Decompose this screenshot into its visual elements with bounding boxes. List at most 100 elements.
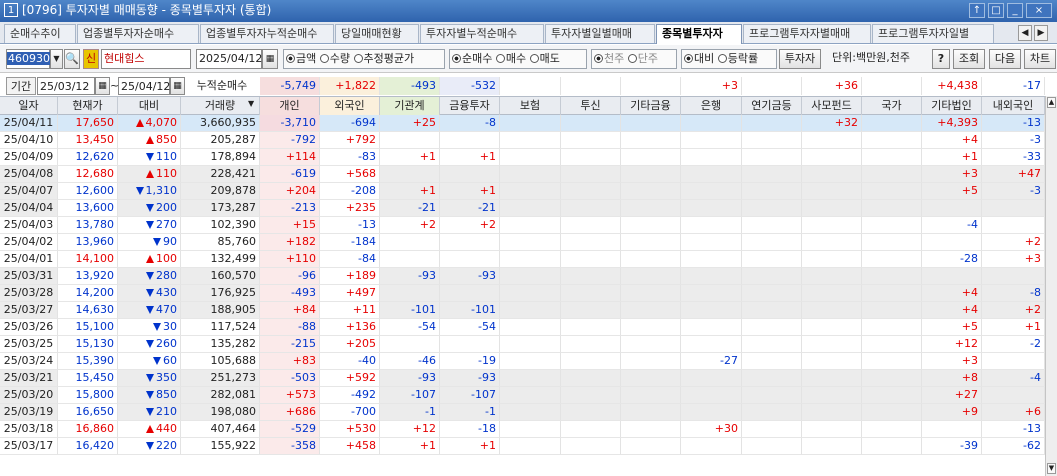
tab-sector-investor-net-buy[interactable]: 업종별투자자순매수 [77,24,199,43]
radio-sell[interactable]: 매도 [529,52,560,65]
radio-net-buy[interactable]: 순매수 [452,52,492,65]
period-from-calendar-icon[interactable]: ▦ [95,77,110,95]
tab-net-buy-trend[interactable]: 순매수추이 [4,24,76,43]
column-header-bank[interactable]: 은행 [681,97,742,115]
table-row[interactable]: 25/03/21 15,450 350 251,273 -503 +592 -93 -93 +8… [0,370,1045,387]
chart-button[interactable]: 차트 [1024,49,1056,69]
column-header-price[interactable]: 현재가 [58,97,118,115]
tab-program-investor-trading[interactable]: 프로그램투자자별매매 [743,24,871,43]
table-row[interactable]: 25/03/18 16,860 440 407,464 -529 +530 +12 -18 +3… [0,421,1045,438]
cell-institution: +25 [380,115,440,132]
column-header-nation[interactable]: 국가 [862,97,922,115]
period-to-calendar-icon[interactable]: ▦ [170,77,185,95]
table-row[interactable]: 25/04/10 13,450 850 205,287 -792 +792 +4 -3 [0,132,1045,149]
period-from-input[interactable]: 25/03/12 [37,77,95,95]
tab-investor-cumulative-net-buy[interactable]: 투자자별누적순매수 [420,24,544,43]
table-row[interactable]: 25/04/11 17,650 4,070 3,660,935 -3,710 -694 +2… [0,115,1045,132]
table-row[interactable]: 25/03/17 16,420 220 155,922 -358 +458 +1 +1 -39-… [0,438,1045,455]
cell-date: 25/03/31 [0,268,58,285]
table-row[interactable]: 25/04/04 13,600 200 173,287 -213 +235 -21 -21 [0,200,1045,217]
pin-button[interactable]: ↑ [969,3,985,18]
cell-bank [681,302,742,319]
stock-search-icon[interactable]: 🔍 [64,49,80,69]
period-to-input[interactable]: 25/04/12 [118,77,170,95]
maximize-button[interactable]: □ [988,3,1004,18]
cell-private-fund [802,217,862,234]
table-row[interactable]: 25/03/31 13,920 280 160,570 -96 +189 -93 -93 [0,268,1045,285]
column-header-other-corp[interactable]: 기타법인 [922,97,982,115]
date-input[interactable]: 2025/04/12 [196,49,262,69]
cell-price: 12,620 [58,149,118,166]
column-header-financial-investment[interactable]: 금융투자 [440,97,500,115]
radio-amount[interactable]: 금액 [286,52,316,65]
radio-single-shares[interactable]: 단주 [627,52,658,65]
cell-date: 25/04/10 [0,132,58,149]
tab-daily-trading-status[interactable]: 당일매매현황 [335,24,419,43]
cell-other-corp: -28 [922,251,982,268]
column-header-insurance[interactable]: 보험 [500,97,561,115]
scroll-down-icon[interactable]: ▼ [1047,463,1056,474]
search-button[interactable]: 조회 [953,49,985,69]
radio-thousand-shares[interactable]: 천주 [594,52,624,65]
column-header-other-finance[interactable]: 기타금융 [621,97,681,115]
next-button[interactable]: 다음 [989,49,1021,69]
cell-pension [742,353,802,370]
cumulative-individual: -5,749 [260,77,320,95]
stock-code-dropdown-icon[interactable]: ▼ [50,49,63,69]
table-row[interactable]: 25/03/20 15,800 850 282,081 +573 -492 -107 -107… [0,387,1045,404]
table-row[interactable]: 25/03/28 14,200 430 176,925 -493 +497 +4 -8 [0,285,1045,302]
column-header-domestic-foreign[interactable]: 내외국인 [982,97,1045,115]
column-header-private-fund[interactable]: 사모펀드 [802,97,862,115]
column-header-change[interactable]: 대비 [118,97,181,115]
credit-badge: 신 [83,49,99,69]
table-row[interactable]: 25/04/03 13,780 270 102,390 +15 -13 +2 +2 -4 [0,217,1045,234]
help-button[interactable]: ? [932,49,950,69]
tab-scroll-right-icon[interactable]: ▶ [1034,25,1048,41]
table-row[interactable]: 25/03/26 15,100 30 117,524 -88 +136 -54 -54 +5 +1 [0,319,1045,336]
investor-button[interactable]: 투자자 [779,49,821,69]
cumulative-other-finance [621,77,681,95]
radio-estimated-average-price[interactable]: 추정평균가 [353,52,414,65]
stock-code-input[interactable]: 460930 [6,49,51,69]
column-header-institution[interactable]: 기관계 [380,97,440,115]
cell-pension [742,166,802,183]
cell-insurance [500,353,561,370]
table-row[interactable]: 25/04/07 12,600 1,310 209,878 +204 -208 +1 +1 +5… [0,183,1045,200]
tab-program-investor-daily[interactable]: 프로그램투자자일별 [872,24,994,43]
minimize-button[interactable]: _ [1007,3,1023,18]
vertical-scrollbar[interactable]: ▲ ▼ [1045,96,1057,476]
table-row[interactable]: 25/04/02 13,960 90 85,760 +182 -184 +2 [0,234,1045,251]
table-row[interactable]: 25/03/24 15,390 60 105,688 +83 -40 -46 -19 -27 +3 [0,353,1045,370]
close-button[interactable]: × [1026,3,1052,18]
table-row[interactable]: 25/03/19 16,650 210 198,080 +686 -700 -1 -1 +9 +6 [0,404,1045,421]
table-row[interactable]: 25/03/25 15,130 260 135,282 -215 +205 +12 -2 [0,336,1045,353]
column-header-foreign[interactable]: 외국인 [320,97,380,115]
cell-pension [742,387,802,404]
radio-change[interactable]: 대비 [684,52,714,65]
radio-quantity[interactable]: 수량 [319,52,350,65]
column-header-date[interactable]: 일자 [0,97,58,115]
change-value: 60 [163,354,177,367]
table-row[interactable]: 25/03/27 14,630 470 188,905 +84 +11 -101 -101 +4… [0,302,1045,319]
column-header-pension[interactable]: 연기금등 [742,97,802,115]
cell-price: 12,600 [58,183,118,200]
arrow-up-icon [146,136,154,144]
column-header-individual[interactable]: 개인 [260,97,320,115]
tab-scroll-left-icon[interactable]: ◀ [1018,25,1032,41]
table-row[interactable]: 25/04/08 12,680 110 228,421 -619 +568 +3 +47 [0,166,1045,183]
cell-insurance [500,234,561,251]
table-row[interactable]: 25/04/01 14,100 100 132,499 +110 -84 -28 +3 [0,251,1045,268]
radio-buy[interactable]: 매수 [495,52,526,65]
cell-date: 25/04/01 [0,251,58,268]
column-header-investment-trust[interactable]: 투신 [561,97,621,115]
table-row[interactable]: 25/04/09 12,620 110 178,894 +114 -83 +1 +1 +1 -33 [0,149,1045,166]
radio-change-rate[interactable]: 등락률 [717,52,758,65]
arrow-down-icon [146,289,154,297]
tab-sector-investor-cumulative[interactable]: 업종별투자자누적순매수 [200,24,334,43]
tab-stock-investor[interactable]: 종목별투자자 [656,24,742,44]
scroll-up-icon[interactable]: ▲ [1047,97,1056,108]
calendar-icon[interactable]: ▦ [262,49,278,69]
cell-change: 260 [118,336,181,353]
sort-dropdown-icon[interactable]: ▼ [248,99,254,108]
tab-investor-daily-trading[interactable]: 투자자별일별매매 [545,24,655,43]
